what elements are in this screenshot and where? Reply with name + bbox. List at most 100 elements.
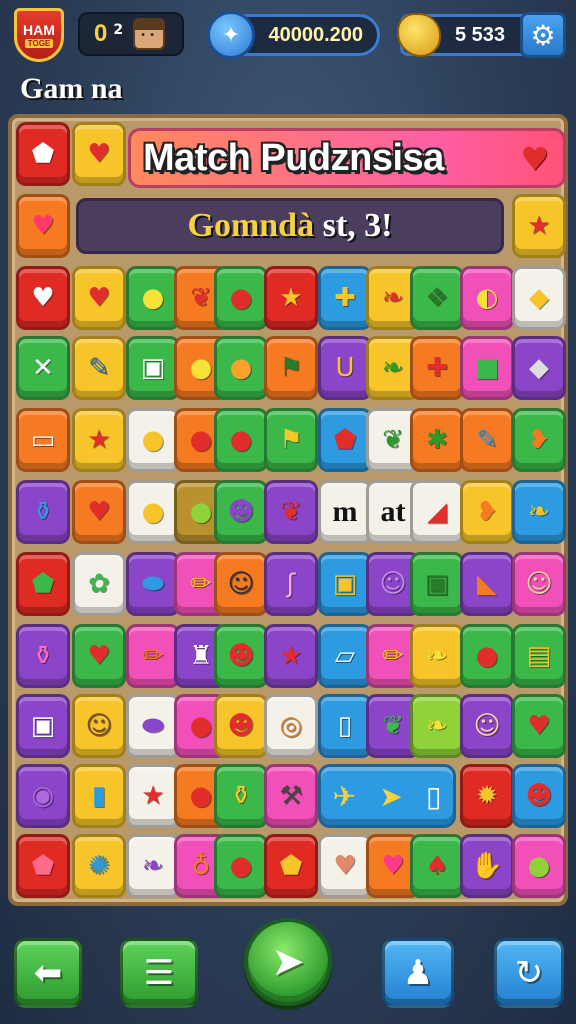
shield-tile[interactable]: ⬟ — [16, 834, 70, 898]
star-tile[interactable]: ★ — [512, 194, 566, 258]
card-tile[interactable]: ▭ — [16, 408, 70, 472]
heart-tile[interactable]: ♥ — [16, 266, 70, 330]
tools-tile[interactable]: ⚒ — [264, 764, 318, 828]
menu-button[interactable]: ☰ — [120, 938, 198, 1008]
peach-tile[interactable]: ♥ — [318, 834, 372, 898]
pepper-tile[interactable]: ❥ — [460, 480, 514, 544]
shield-tile[interactable]: ⬟ — [318, 408, 372, 472]
camera-tile[interactable]: ▣ — [16, 694, 70, 758]
lemon-icon: ● — [141, 425, 165, 455]
gold-counter[interactable]: 5 533 — [397, 13, 530, 57]
leaf-tile[interactable]: ❖ — [410, 266, 464, 330]
face-tile[interactable]: ☺ — [72, 694, 126, 758]
apple-tile[interactable]: ● — [512, 834, 566, 898]
cube-tile[interactable]: ◆ — [512, 336, 566, 400]
potion-tile[interactable]: ⚱ — [16, 480, 70, 544]
rank-badge-icon[interactable]: HAM TOGE — [14, 8, 64, 62]
leaf-tile[interactable]: ❧ — [126, 834, 180, 898]
fox-icon: ◣ — [477, 569, 497, 599]
tools-tile[interactable]: ✕ — [16, 336, 70, 400]
cross-tile[interactable]: ✚ — [410, 336, 464, 400]
leaf-tile[interactable]: ❧ — [410, 624, 464, 688]
card-tile[interactable]: ▮ — [72, 764, 126, 828]
palm-tile[interactable]: ✱ — [410, 408, 464, 472]
strawberry-tile[interactable]: ● — [214, 266, 268, 330]
combo-tile[interactable]: ✈ ➤ ▯ — [318, 764, 456, 828]
card-tile[interactable]: ▱ — [318, 624, 372, 688]
card-tile[interactable]: ▯ — [318, 694, 372, 758]
face-tile[interactable]: ☻ — [512, 764, 566, 828]
jar-tile[interactable]: ▣ — [126, 336, 180, 400]
apple-tile[interactable]: ● — [460, 624, 514, 688]
play-button[interactable]: ➤ — [244, 918, 332, 1006]
settings-button[interactable]: ⚙ — [520, 12, 566, 58]
shield-tile[interactable]: ⬟ — [264, 834, 318, 898]
plant-tile[interactable]: ✿ — [72, 552, 126, 616]
gear-tile[interactable]: ✹ — [460, 764, 514, 828]
star-tile[interactable]: ★ — [72, 408, 126, 472]
berry-tile[interactable]: ❦ — [264, 480, 318, 544]
wrench-tile[interactable]: ✎ — [72, 336, 126, 400]
face-tile[interactable]: ☻ — [214, 480, 268, 544]
tomato-tile[interactable]: ● — [214, 408, 268, 472]
bottle-tile[interactable]: ▣ — [410, 552, 464, 616]
pencil-tile[interactable]: ✏ — [126, 624, 180, 688]
apple-tile[interactable]: ● — [214, 834, 268, 898]
face-tile[interactable]: ☺ — [460, 694, 514, 758]
robot-tile[interactable]: ▤ — [512, 624, 566, 688]
shield-tile[interactable]: ⬟ — [16, 122, 70, 186]
hand-tile[interactable]: ✋ — [460, 834, 514, 898]
heart-tile[interactable]: ♥ — [512, 694, 566, 758]
back-button[interactable]: ⬅ — [14, 938, 82, 1008]
bottle-tile[interactable]: ⚱ — [16, 624, 70, 688]
face-tile[interactable]: ☻ — [214, 624, 268, 688]
heart-tile[interactable]: ♥ — [16, 194, 70, 258]
carrot-tile[interactable]: ❥ — [512, 408, 566, 472]
lives-counter[interactable]: 0 2 — [78, 12, 184, 56]
refresh-button[interactable]: ↻ — [494, 938, 564, 1008]
lemon-tile[interactable]: ● — [126, 408, 180, 472]
orange-icon: ● — [229, 353, 253, 383]
fox-tile[interactable]: ◣ — [460, 552, 514, 616]
card-icon: ▭ — [30, 425, 56, 455]
sun-tile[interactable]: ✺ — [72, 834, 126, 898]
star-tile[interactable]: ★ — [126, 764, 180, 828]
star-tile[interactable]: ★ — [264, 266, 318, 330]
friends-button[interactable]: ♟ — [382, 938, 454, 1008]
box-tile[interactable]: ■ — [460, 336, 514, 400]
heart-tile[interactable]: ♥ — [72, 122, 126, 186]
flag-tile[interactable]: ⚑ — [264, 408, 318, 472]
face-tile[interactable]: ☺ — [512, 552, 566, 616]
coins-counter[interactable]: ✦ 40000.200 — [207, 11, 380, 59]
heart-tile[interactable]: ♥ — [72, 266, 126, 330]
leaf-tile[interactable]: ❧ — [512, 480, 566, 544]
ring-tile[interactable]: ◉ — [16, 764, 70, 828]
flag-tile[interactable]: ◢ — [410, 480, 464, 544]
letter-tile-m[interactable]: m — [318, 480, 372, 544]
face-icon: ☺ — [85, 711, 113, 741]
orange-tile[interactable]: ● — [214, 336, 268, 400]
bottle-tile[interactable]: ⚱ — [214, 764, 268, 828]
magnet-tile[interactable]: U — [318, 336, 372, 400]
lemon-tile[interactable]: ● — [126, 480, 180, 544]
heart-tile[interactable]: ♥ — [72, 624, 126, 688]
gem-tile[interactable]: ⬬ — [126, 552, 180, 616]
jar-tile[interactable]: ▣ — [318, 552, 372, 616]
face-tile[interactable]: ☻ — [214, 694, 268, 758]
lemon-tile[interactable]: ● — [126, 266, 180, 330]
wrench-tile[interactable]: ✎ — [460, 408, 514, 472]
leaf-tile[interactable]: ❧ — [410, 694, 464, 758]
cheese-tile[interactable]: ◆ — [512, 266, 566, 330]
hook-tile[interactable]: ʃ — [264, 552, 318, 616]
lemon-tile[interactable]: ◐ — [460, 266, 514, 330]
heart-tile[interactable]: ♥ — [72, 480, 126, 544]
eggplant-tile[interactable]: ⬬ — [126, 694, 180, 758]
mushroom-tile[interactable]: ♠ — [410, 834, 464, 898]
plus-tile[interactable]: ✚ — [318, 266, 372, 330]
plus-icon: ✚ — [334, 283, 356, 313]
star-tile[interactable]: ★ — [264, 624, 318, 688]
flag-tile[interactable]: ⚑ — [264, 336, 318, 400]
donut-tile[interactable]: ◎ — [264, 694, 318, 758]
shield-tile[interactable]: ⬟ — [16, 552, 70, 616]
robot-tile[interactable]: ☺ — [214, 552, 268, 616]
